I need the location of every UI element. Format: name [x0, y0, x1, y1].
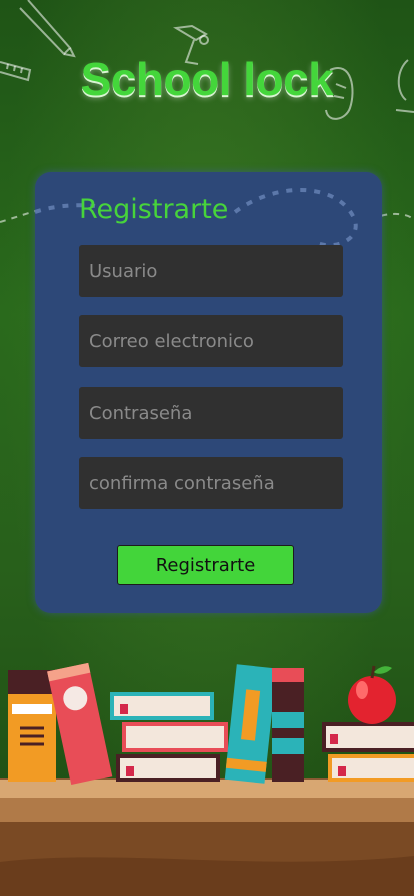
password-input[interactable]: Contraseña: [79, 387, 343, 439]
app-title: School lock: [80, 53, 334, 105]
confirm-password-input[interactable]: confirma contraseña: [79, 457, 343, 509]
username-input[interactable]: Usuario: [79, 245, 343, 297]
email-placeholder: Correo electronico: [89, 330, 254, 352]
username-placeholder: Usuario: [89, 260, 158, 282]
email-input[interactable]: Correo electronico: [79, 315, 343, 367]
password-placeholder: Contraseña: [89, 402, 193, 424]
bookshelf-illustration: [0, 662, 414, 896]
confirm-password-placeholder: confirma contraseña: [89, 472, 275, 494]
register-heading: Registrarte: [79, 194, 229, 225]
register-button[interactable]: Registrarte: [117, 545, 294, 585]
register-card: Registrarte Usuario Correo electronico C…: [35, 172, 382, 613]
